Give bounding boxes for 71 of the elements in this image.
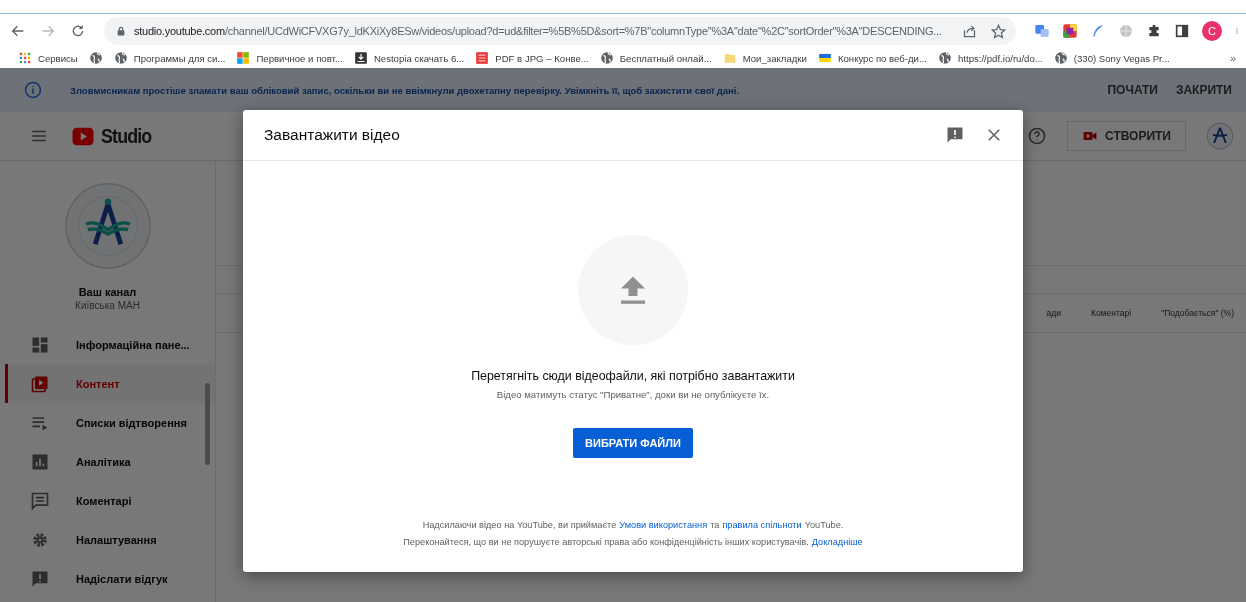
- download-box-icon: [353, 51, 368, 65]
- banner-action-button[interactable]: ЗАКРИТИ: [1175, 83, 1232, 97]
- close-icon[interactable]: [985, 126, 1003, 144]
- reload-icon[interactable]: [70, 23, 86, 39]
- translate-extension-icon[interactable]: [1034, 23, 1050, 39]
- sidebar-nav-item[interactable]: Списки відтворення: [5, 403, 215, 442]
- footer-text: Переконайтеся, що ви не порушуєте авторські права або конфіденційність інших користувачів.: [403, 537, 809, 547]
- colorful-extension-icon[interactable]: [1062, 23, 1078, 39]
- globe-icon: [599, 51, 614, 65]
- footer-text: YouTube.: [804, 520, 844, 530]
- bookmark[interactable]: (330) Sony Vegas Pr...: [1053, 51, 1170, 65]
- globe-icon: [1053, 51, 1068, 65]
- sidebar-nav-item[interactable]: Коментарі: [5, 481, 215, 520]
- pdf-tile-icon: [475, 51, 490, 65]
- feedback-icon[interactable]: [945, 125, 965, 145]
- bookmark[interactable]: Мои_закладки: [722, 51, 807, 65]
- lock-icon: [116, 25, 126, 37]
- sidebar-nav-item[interactable]: Аналітика: [5, 442, 215, 481]
- column-header[interactable]: Коментарі: [1091, 308, 1132, 318]
- side-panel-icon[interactable]: [1174, 23, 1190, 39]
- bookmark[interactable]: Программы для си...: [113, 51, 226, 65]
- bookmark-globe-icon[interactable]: [88, 51, 103, 65]
- privacy-hint: Відео матимуть статус "Приватне", доки ви не опублікуєте їх.: [496, 389, 770, 400]
- globe-icon: [938, 51, 952, 65]
- four-tiles-icon: [236, 51, 251, 65]
- back-arrow-icon[interactable]: [10, 23, 26, 39]
- channel-title: Ваш канал: [78, 286, 137, 298]
- bookmark[interactable]: https://pdf.io/ru/do...: [938, 51, 1043, 65]
- sidebar-nav-item[interactable]: Налаштування: [5, 520, 215, 559]
- bookmark[interactable]: Конкурс по веб-ди...: [817, 51, 927, 65]
- help-icon[interactable]: [1027, 126, 1047, 146]
- apps-grid-icon: [18, 51, 32, 65]
- sidebar-nav-item[interactable]: Надіслати відгук: [5, 559, 215, 598]
- bookmark[interactable]: Сервисы: [18, 51, 78, 65]
- banner-action-button[interactable]: ПОЧАТИ: [1107, 83, 1158, 97]
- bookmark[interactable]: Первичное и повт...: [236, 51, 343, 65]
- banner-message: Зловмисникам простіше зламати ваш обліковий запис, оскільки ви не ввімкнули двохетапну перевірку. Увімкніть її, щоб захистити свої дані.: [70, 84, 741, 96]
- channel-name: Київська МАН: [75, 300, 140, 311]
- column-header[interactable]: ади: [1046, 308, 1062, 318]
- bookmark[interactable]: Nestopia скачать 6...: [353, 51, 465, 65]
- globe-icon: [113, 51, 128, 65]
- folder-icon: [722, 51, 737, 65]
- select-files-button[interactable]: ВИБРАТИ ФАЙЛИ: [573, 428, 693, 458]
- comment-icon: [30, 490, 50, 511]
- dialog-title: Завантажити відео: [264, 126, 400, 144]
- info-icon: [24, 81, 42, 99]
- sidebar-nav-item[interactable]: Інформаційна пане...: [5, 325, 215, 364]
- footer-text: Надсилаючи відео на YouTube, ви приймаєте: [422, 520, 617, 530]
- channel-emblem-drawing[interactable]: [63, 182, 152, 270]
- bookmark[interactable]: Бесплатный онлай...: [599, 51, 712, 65]
- channel-avatar-icon[interactable]: [1206, 122, 1234, 150]
- puzzle-extensions-icon[interactable]: [1146, 23, 1162, 39]
- share-icon[interactable]: [962, 23, 977, 39]
- drop-instruction: Перетягніть сюди відеофайли, які потрібно завантажити: [471, 369, 795, 383]
- star-icon[interactable]: [991, 23, 1006, 39]
- video-camera-icon: [1082, 129, 1098, 143]
- footer-text: та: [710, 520, 720, 530]
- footer-link[interactable]: правила спільноти: [722, 520, 802, 530]
- footer-link[interactable]: Докладніше: [811, 537, 863, 547]
- address-bar[interactable]: studio.youtube.com/channel/UCdWiCFVXG7y_ldKXiXy8ESw/videos/upload?d=ud&filter=%5B%5D&sort=%7B"columnType"%3A"date"%2C"sortOrder"%3A"DESCENDING...: [104, 17, 1016, 45]
- sidebar-nav-item[interactable]: Контент: [5, 364, 215, 403]
- bookmark[interactable]: PDF в JPG – Конве...: [475, 51, 589, 65]
- create-button[interactable]: СТВОРИТИ: [1067, 121, 1186, 151]
- column-header[interactable]: "Подобається" (%): [1161, 308, 1234, 318]
- scrollbar-thumb[interactable]: [205, 383, 210, 465]
- profile-avatar[interactable]: C: [1202, 21, 1222, 41]
- more-bookmarks-chevron[interactable]: »: [1229, 52, 1236, 64]
- url-text: studio.youtube.com/channel/UCdWiCFVXG7y_ldKXiXy8ESw/videos/upload?d=ud&filter=%5B%5D&sort=%7B"columnType"%3A"date"%2C"sortOrder"%3A"DESCENDING...: [134, 25, 943, 37]
- footer-link[interactable]: Умови використання: [619, 520, 708, 530]
- flag-icon: [817, 51, 832, 65]
- studio-logo[interactable]: Studio: [68, 124, 161, 148]
